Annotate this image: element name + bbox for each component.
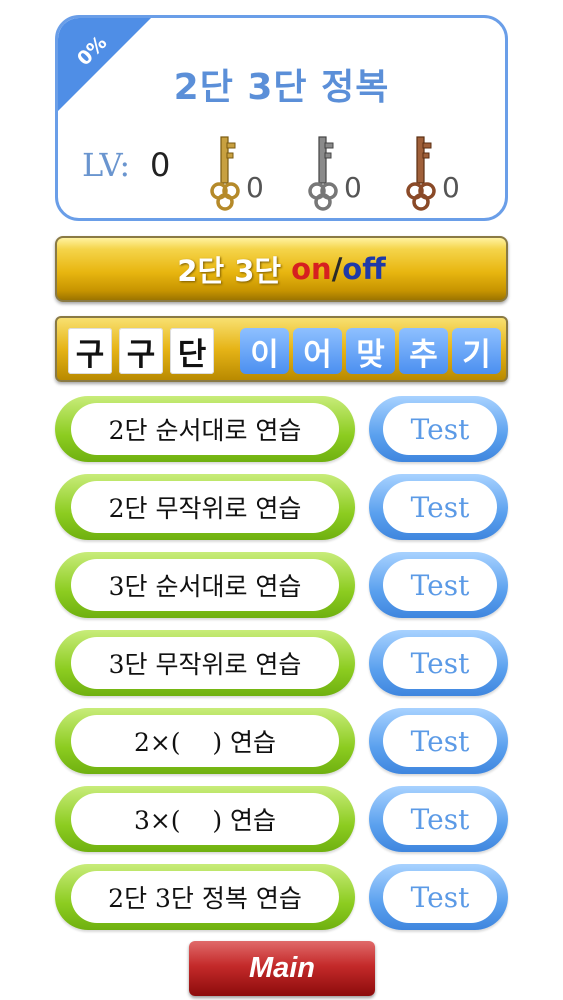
practice-button-3-blank[interactable]: 3×( ) 연습 xyxy=(55,786,355,852)
practice-button-label: 3×( ) 연습 xyxy=(71,793,339,845)
page-title: 2단 3단 정복 xyxy=(173,67,390,108)
test-button-3-blank[interactable]: Test xyxy=(369,786,508,852)
test-button-2-blank[interactable]: Test xyxy=(369,708,508,774)
test-button-label: Test xyxy=(383,559,497,611)
tab-matching-char-5[interactable]: 기 xyxy=(452,328,501,374)
practice-row: 2단 순서대로 연습 Test xyxy=(55,396,508,462)
gold-key-icon xyxy=(210,136,240,211)
practice-button-label: 3단 무작위로 연습 xyxy=(71,637,339,689)
practice-button-2-sequential[interactable]: 2단 순서대로 연습 xyxy=(55,396,355,462)
silver-key-icon xyxy=(308,136,338,211)
practice-button-label: 2×( ) 연습 xyxy=(71,715,339,767)
main-button[interactable]: Main xyxy=(189,941,375,996)
toggle-label: 2단 3단 xyxy=(177,254,282,288)
toggle-slash: / xyxy=(331,252,343,286)
practice-row: 3×( ) 연습 Test xyxy=(55,786,508,852)
tab-gugudan-char-3[interactable]: 단 xyxy=(170,328,214,374)
toggle-on-text: on xyxy=(291,252,332,286)
gold-key-count: 0 xyxy=(246,171,264,204)
practice-row: 3단 순서대로 연습 Test xyxy=(55,552,508,618)
level-value: 0 xyxy=(150,146,171,184)
on-off-toggle-button[interactable]: 2단 3단 on / off xyxy=(55,236,508,302)
test-button-mastery[interactable]: Test xyxy=(369,864,508,930)
practice-row: 3단 무작위로 연습 Test xyxy=(55,630,508,696)
silver-key-count: 0 xyxy=(344,171,362,204)
test-button-2-sequential[interactable]: Test xyxy=(369,396,508,462)
test-button-3-random[interactable]: Test xyxy=(369,630,508,696)
practice-button-3-sequential[interactable]: 3단 순서대로 연습 xyxy=(55,552,355,618)
mode-tabs: 구 구 단 이 어 맞 추 기 xyxy=(55,316,508,382)
practice-button-label: 2단 무작위로 연습 xyxy=(71,481,339,533)
tab-gugudan-char-2[interactable]: 구 xyxy=(119,328,163,374)
tab-matching-char-2[interactable]: 어 xyxy=(293,328,342,374)
tab-gugudan-char-1[interactable]: 구 xyxy=(68,328,112,374)
test-button-label: Test xyxy=(383,481,497,533)
tab-matching-char-4[interactable]: 추 xyxy=(399,328,448,374)
test-button-label: Test xyxy=(383,403,497,455)
practice-button-3-random[interactable]: 3단 무작위로 연습 xyxy=(55,630,355,696)
practice-button-label: 2단 순서대로 연습 xyxy=(71,403,339,455)
practice-button-2-blank[interactable]: 2×( ) 연습 xyxy=(55,708,355,774)
test-button-label: Test xyxy=(383,793,497,845)
practice-row: 2단 3단 정복 연습 Test xyxy=(55,864,508,930)
practice-row: 2×( ) 연습 Test xyxy=(55,708,508,774)
test-button-label: Test xyxy=(383,871,497,923)
tab-matching-char-3[interactable]: 맞 xyxy=(346,328,395,374)
toggle-off-text: off xyxy=(342,252,386,286)
tab-matching-char-1[interactable]: 이 xyxy=(240,328,289,374)
status-card: 0% 2단 3단 정복 LV: 0 0 0 0 xyxy=(55,15,508,221)
test-button-2-random[interactable]: Test xyxy=(369,474,508,540)
bronze-key-count: 0 xyxy=(442,171,460,204)
level-label: LV: xyxy=(82,146,131,184)
practice-button-label: 2단 3단 정복 연습 xyxy=(71,871,339,923)
practice-button-mastery[interactable]: 2단 3단 정복 연습 xyxy=(55,864,355,930)
test-button-label: Test xyxy=(383,715,497,767)
practice-button-label: 3단 순서대로 연습 xyxy=(71,559,339,611)
practice-button-2-random[interactable]: 2단 무작위로 연습 xyxy=(55,474,355,540)
test-button-label: Test xyxy=(383,637,497,689)
practice-row: 2단 무작위로 연습 Test xyxy=(55,474,508,540)
test-button-3-sequential[interactable]: Test xyxy=(369,552,508,618)
bronze-key-icon xyxy=(406,136,436,211)
